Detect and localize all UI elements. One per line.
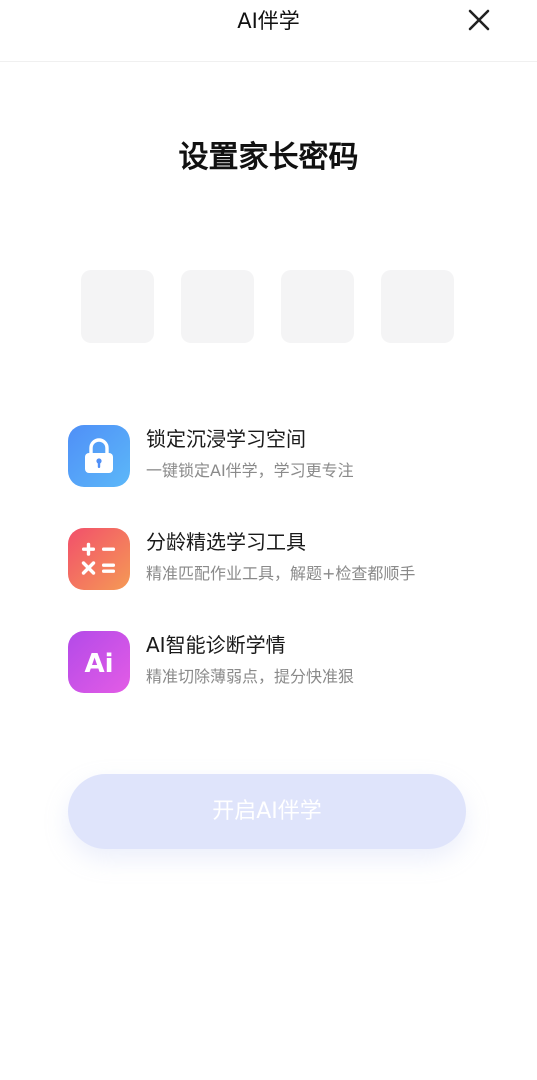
close-button[interactable] [465,6,493,34]
header-bar: AI伴学 [0,0,537,62]
feature-title: AI智能诊断学情 [146,633,286,657]
calculator-icon [68,528,130,590]
feature-title: 分龄精选学习工具 [146,530,306,554]
feature-item-lock: 锁定沉浸学习空间 一键锁定AI伴学，学习更专注 [68,425,488,489]
pin-digit-box[interactable] [81,270,154,343]
pin-digit-box[interactable] [281,270,354,343]
feature-desc: 精准匹配作业工具，解题+检查都顺手 [146,564,416,583]
ai-icon: Ai [68,631,130,693]
feature-title: 锁定沉浸学习空间 [146,427,306,451]
feature-item-ai: Ai AI智能诊断学情 精准切除薄弱点，提分快准狠 [68,631,488,695]
close-icon[interactable] [465,6,493,34]
ai-icon-text: Ai [84,649,113,679]
pin-digit-box[interactable] [181,270,254,343]
pin-input-row[interactable] [81,270,455,343]
header-title: AI伴学 [237,9,300,33]
page-title: 设置家长密码 [178,140,359,175]
start-ai-button[interactable]: 开启AI伴学 [68,774,466,849]
feature-desc: 精准切除薄弱点，提分快准狠 [146,667,355,686]
feature-desc: 一键锁定AI伴学，学习更专注 [146,461,354,480]
pin-digit-box[interactable] [381,270,454,343]
lock-icon [68,425,130,487]
feature-item-tools: 分龄精选学习工具 精准匹配作业工具，解题+检查都顺手 [68,528,488,592]
